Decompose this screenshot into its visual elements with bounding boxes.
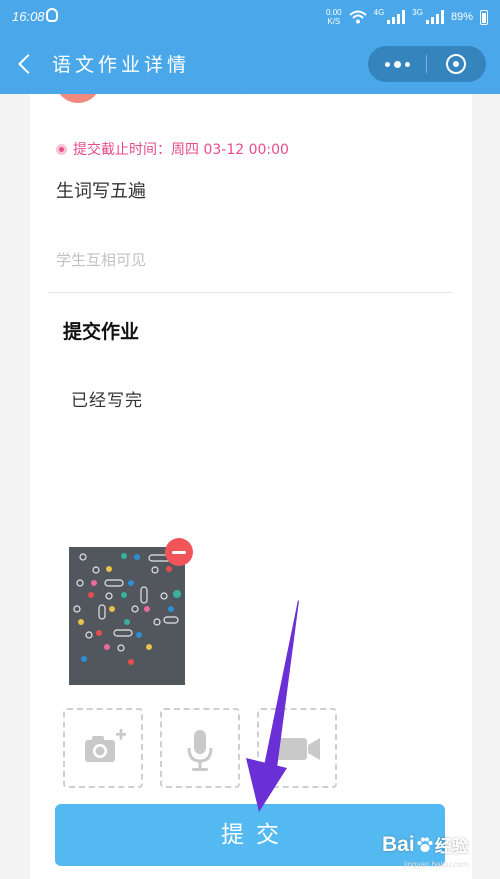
add-voice-button[interactable] (160, 708, 240, 788)
page-title: 语文作业详情 (52, 54, 191, 76)
camera-plus-icon (85, 729, 126, 762)
nav-bar: 语文作业详情 (0, 36, 500, 94)
deadline-dot-icon (56, 143, 67, 155)
battery-icon (480, 9, 488, 25)
video-camera-icon (277, 738, 320, 760)
divider (48, 292, 452, 293)
signal-icon (387, 10, 406, 24)
net-speed-unit: K/S (327, 17, 341, 26)
submit-section-heading: 提交作业 (63, 321, 140, 343)
network-type-1: 4G (373, 8, 385, 17)
answer-text[interactable]: 已经写完 (71, 386, 143, 411)
net-speed: 0.00 K/S (326, 8, 342, 26)
deadline-text: 提交截止时间：周四 03-12 00:00 (73, 142, 289, 158)
watermark-brand-right: 经验 (434, 837, 469, 856)
back-button[interactable] (14, 52, 38, 76)
mini-program-capsule (368, 46, 486, 82)
deadline: 提交截止时间：周四 03-12 00:00 (56, 139, 289, 159)
status-time: 16:08 (12, 9, 45, 24)
remove-image-button[interactable] (165, 538, 193, 566)
attached-image-thumbnail[interactable] (69, 547, 185, 685)
watermark-url: jingyan.baidu.com (404, 860, 469, 869)
visibility-note: 学生互相可见 (56, 251, 147, 269)
battery-percent: 89% (450, 11, 473, 23)
add-video-button[interactable] (257, 708, 337, 788)
watermark-brand-left: Bai (382, 832, 415, 856)
add-photo-button[interactable] (63, 708, 143, 788)
network-type-2: 3G (412, 8, 423, 17)
qq-notification-icon (46, 8, 58, 22)
wifi-icon (348, 10, 367, 24)
task-description: 生词写五遍 (56, 181, 146, 202)
net-speed-value: 0.00 (326, 8, 342, 17)
status-indicators: 0.00 K/S 4G 3G 89% (326, 8, 488, 26)
paw-icon (417, 837, 433, 852)
signal-icon-2 (425, 10, 444, 24)
status-bar: 16:08 0.00 K/S 4G 3G 89% (0, 0, 500, 36)
microphone-icon (187, 730, 213, 771)
baidu-watermark: Bai 经验 (382, 832, 469, 857)
more-button[interactable] (368, 46, 426, 82)
close-mini-program-button[interactable] (427, 46, 486, 82)
